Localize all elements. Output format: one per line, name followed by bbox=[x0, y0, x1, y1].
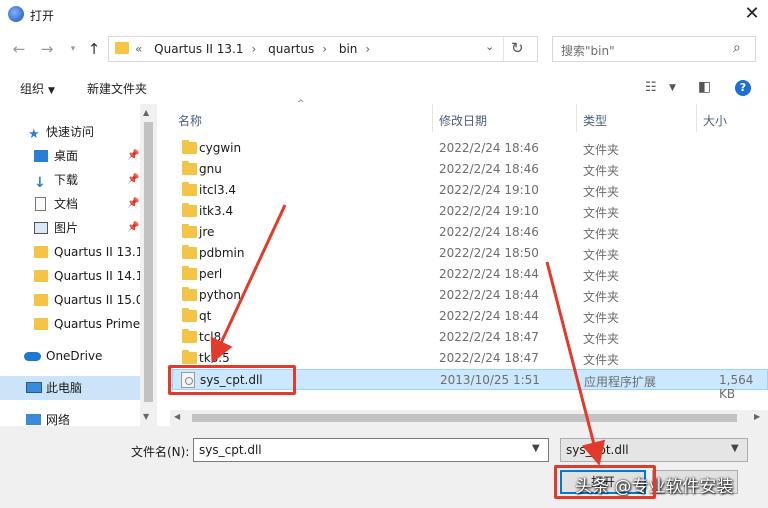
annotation-arrows bbox=[210, 204, 606, 466]
annotation-arrow bbox=[210, 204, 287, 364]
annotation-arrow bbox=[545, 261, 606, 466]
